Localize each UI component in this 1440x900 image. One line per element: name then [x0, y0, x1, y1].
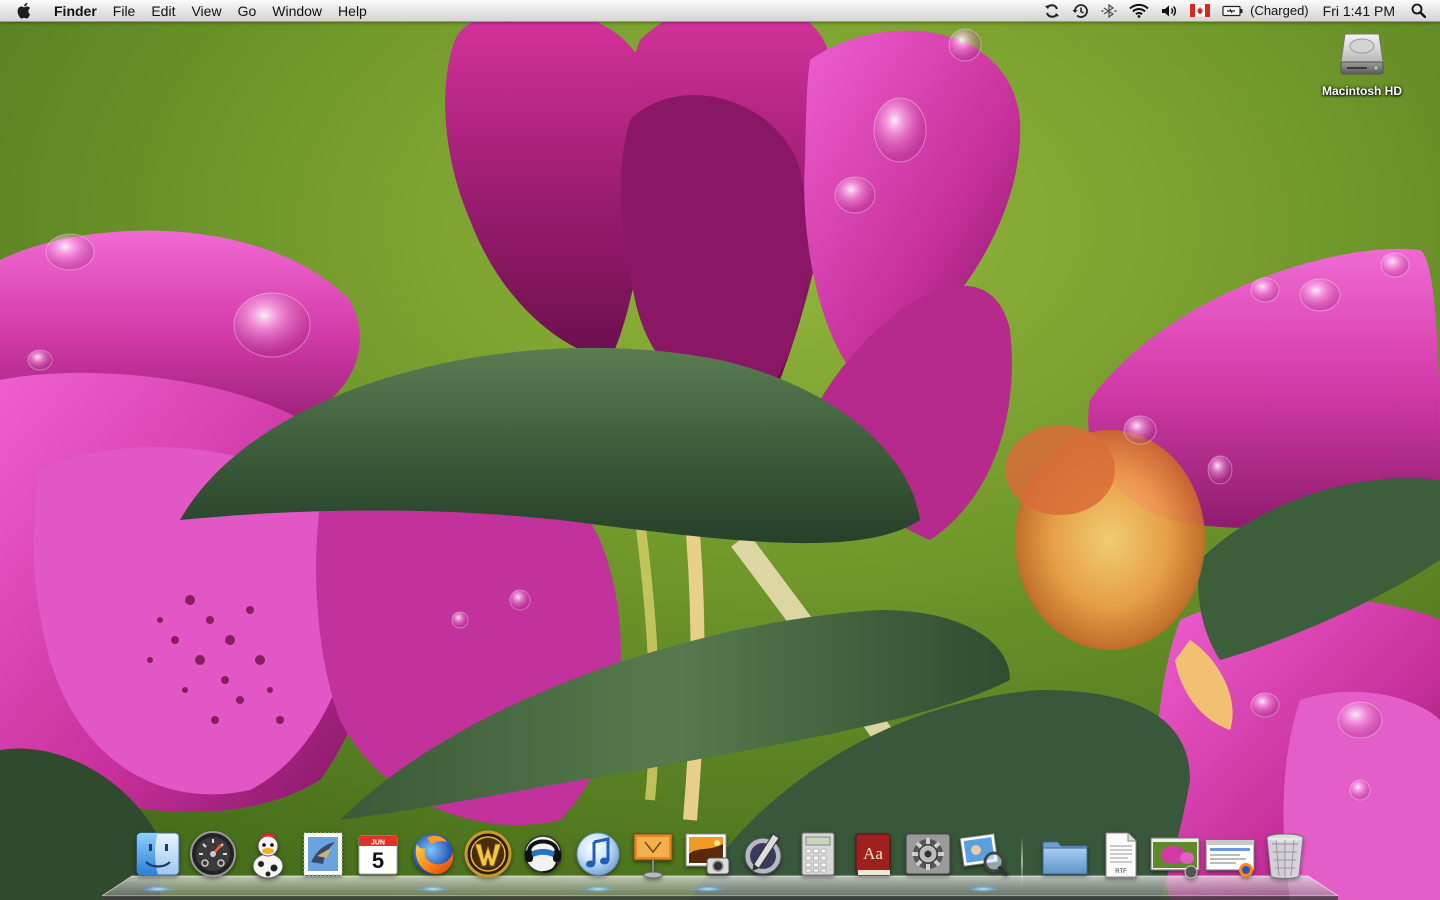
running-indicator	[142, 886, 174, 892]
dictionary-glyph: Aa	[863, 844, 883, 863]
wifi-menu[interactable]	[1123, 0, 1155, 22]
dock-dictionary[interactable]: Aa	[847, 830, 899, 886]
wifi-icon	[1129, 3, 1149, 18]
wow-icon	[464, 830, 512, 878]
menubar-clock[interactable]: Fri 1:41 PM	[1315, 0, 1405, 22]
dock-iphoto[interactable]	[682, 830, 734, 892]
menu-go[interactable]: Go	[230, 0, 265, 22]
running-indicator	[692, 886, 724, 892]
iphoto-icon	[685, 833, 730, 875]
canada-flag-icon	[1190, 4, 1211, 17]
apple-logo-icon	[17, 2, 30, 19]
menu-view[interactable]: View	[183, 0, 229, 22]
spotlight-button[interactable]	[1405, 0, 1432, 22]
volume-menu[interactable]	[1155, 0, 1184, 22]
calendar-day: 5	[372, 848, 384, 873]
dock-ical[interactable]: JUN 5	[352, 830, 404, 886]
dock: JUN 5 Aa RTF	[0, 826, 1440, 892]
search-icon	[1411, 3, 1426, 18]
document-icon: RTF	[1105, 832, 1137, 878]
running-indicator	[582, 886, 614, 892]
time-machine-icon	[1072, 3, 1088, 18]
battery-icon	[1222, 5, 1243, 16]
volume-icon	[1162, 5, 1177, 16]
document-type-label: RTF	[1115, 869, 1127, 875]
keynote-icon	[633, 833, 673, 879]
dock-system-preferences[interactable]	[902, 830, 954, 886]
menu-bar: Finder File Edit View Go Window Help (Ch…	[0, 0, 1440, 22]
dashboard-icon	[190, 831, 236, 877]
finder-icon	[136, 832, 180, 876]
dock-mail[interactable]	[297, 830, 349, 886]
bluetooth-icon	[1101, 3, 1117, 18]
battery-menu[interactable]: (Charged)	[1216, 0, 1315, 22]
trash-icon	[1266, 833, 1304, 879]
running-indicator	[417, 886, 449, 892]
dock-firefox[interactable]	[407, 830, 459, 892]
flower-wallpaper	[0, 0, 1440, 900]
calendar-month: JUN	[371, 840, 385, 847]
dock-finder[interactable]	[132, 830, 184, 892]
dock-minimized-photo[interactable]	[1149, 830, 1201, 886]
menu-file[interactable]: File	[105, 0, 144, 22]
gear-icon	[905, 833, 951, 875]
mail-stamp-icon	[303, 832, 343, 876]
input-menu[interactable]	[1184, 0, 1216, 22]
itunes-icon	[576, 832, 620, 876]
dock-itunes[interactable]	[572, 830, 624, 892]
menu-edit[interactable]: Edit	[143, 0, 183, 22]
hard-drive-icon	[1340, 33, 1384, 75]
dock-audio-app[interactable]	[517, 830, 569, 886]
menu-help[interactable]: Help	[330, 0, 375, 22]
dock-keynote[interactable]	[627, 830, 679, 886]
dock-stack-rtf-document[interactable]: RTF	[1094, 830, 1146, 886]
dock-calculator[interactable]	[792, 830, 844, 886]
desktop-icon-macintosh-hd[interactable]: Macintosh HD	[1314, 30, 1410, 98]
time-machine-menu[interactable]	[1066, 0, 1095, 22]
battery-status: (Charged)	[1250, 3, 1309, 18]
pen-icon	[744, 833, 782, 875]
sync-icon	[1045, 3, 1060, 18]
dictionary-icon: Aa	[855, 833, 891, 875]
folder-icon	[1042, 841, 1088, 875]
dock-world-of-warcraft[interactable]	[462, 830, 514, 886]
adium-duck-icon	[252, 833, 284, 879]
dock-adium[interactable]	[242, 830, 294, 886]
dock-stack-folder[interactable]	[1039, 830, 1091, 886]
sync-menu[interactable]	[1038, 0, 1066, 22]
dock-minimized-browser[interactable]	[1204, 830, 1256, 886]
firefox-icon	[413, 834, 454, 875]
dock-dashboard[interactable]	[187, 830, 239, 886]
calendar-icon: JUN 5	[358, 835, 398, 875]
desktop[interactable]: Macintosh HD	[0, 0, 1440, 900]
desktop-icon-label: Macintosh HD	[1321, 84, 1402, 98]
calculator-icon	[801, 832, 835, 876]
dock-separator	[1021, 836, 1023, 886]
dock-preview[interactable]	[957, 830, 1009, 892]
apple-menu[interactable]	[0, 2, 46, 19]
running-indicator	[967, 886, 999, 892]
bluetooth-menu[interactable]	[1095, 0, 1123, 22]
menu-app-finder[interactable]: Finder	[46, 0, 105, 22]
menu-window[interactable]: Window	[264, 0, 330, 22]
headset-icon	[524, 835, 562, 873]
dock-trash[interactable]	[1259, 830, 1311, 886]
browser-window-icon	[1205, 839, 1255, 877]
dock-script-editor[interactable]	[737, 830, 789, 886]
photo-window-icon	[1150, 837, 1200, 879]
preview-icon	[959, 833, 1008, 876]
